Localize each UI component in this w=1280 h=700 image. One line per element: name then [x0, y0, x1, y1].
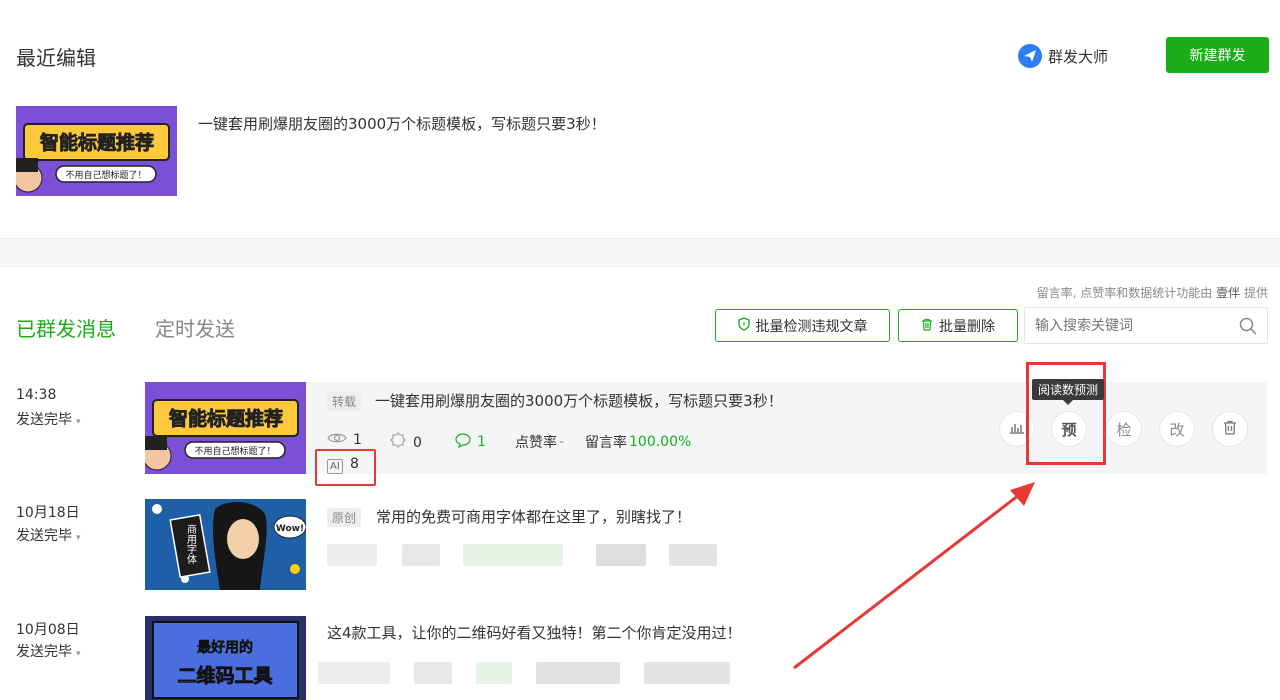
annotation-arrow [793, 482, 1035, 670]
draft-thumb-text: 智能标题推荐 [40, 131, 154, 154]
svg-text:不用自己想标题了！: 不用自己想标题了！ [194, 445, 275, 457]
check-button[interactable]: 检 [1106, 411, 1142, 447]
svg-text:智能标题推荐: 智能标题推荐 [169, 407, 283, 430]
blurred-stat [476, 662, 512, 684]
comment-rate-stat: 留言率 100.00% [585, 434, 692, 451]
batch-check-button[interactable]: 批量检测违规文章 [715, 309, 890, 342]
recent-edit-title: 最近编辑 [16, 46, 96, 70]
blurred-stat [536, 662, 620, 684]
delete-button[interactable] [1212, 411, 1248, 447]
shares-stat: 0 [389, 432, 422, 454]
caret-down-icon: ▾ [76, 417, 81, 427]
repost-badge: 转载 [327, 392, 362, 411]
edit-button[interactable]: 改 [1159, 411, 1195, 447]
article-thumbnail[interactable]: 最好用的 二维码工具 [145, 616, 306, 700]
tab-sent-messages[interactable]: 已群发消息 [16, 313, 116, 342]
provider-note: 留言率, 点赞率和数据统计功能由 壹伴 提供 [1036, 286, 1268, 300]
article-time: 14:38 [16, 387, 57, 403]
ai-score: 8 [350, 456, 359, 472]
blurred-stat [327, 544, 377, 566]
views-stat: 1 [327, 432, 362, 448]
provider-brand: 壹伴 [1216, 286, 1241, 300]
svg-text:二维码工具: 二维码工具 [177, 664, 272, 687]
blurred-stat [414, 662, 452, 684]
article-title[interactable]: 一键套用刷爆朋友圈的3000万个标题模板，写标题只要3秒！ [375, 390, 783, 411]
section-divider [0, 238, 1280, 267]
article-time: 10月18日 [16, 505, 80, 521]
thumb-font-text: 商用字体 [185, 523, 197, 565]
comments-stat: 1 [455, 432, 486, 452]
eye-icon [327, 432, 347, 448]
blurred-stat [402, 544, 440, 566]
blurred-stat [644, 662, 730, 684]
paper-plane-icon [1018, 44, 1042, 68]
blurred-stat [318, 662, 390, 684]
share-gear-icon [389, 432, 407, 454]
predict-tooltip: 阅读数预测 [1032, 379, 1105, 405]
mass-master-label: 群发大师 [1048, 47, 1109, 66]
caret-down-icon: ▾ [76, 533, 81, 543]
like-rate-stat: 点赞率 - [515, 434, 565, 451]
draft-thumb-sub: 不用自己想标题了！ [65, 169, 146, 181]
batch-check-label: 批量检测违规文章 [755, 317, 868, 334]
search-icon[interactable] [1239, 317, 1257, 339]
ai-annotation-box [315, 449, 376, 486]
article-time: 10月08日 [16, 622, 80, 638]
predict-annotation-frame [1026, 362, 1106, 465]
article-status[interactable]: 发送完毕 ▾ [16, 409, 81, 429]
trash-icon [921, 318, 933, 334]
bar-chart-icon [1009, 420, 1025, 438]
comment-bubble-icon [455, 432, 471, 452]
svg-text:Wow!: Wow! [276, 524, 304, 534]
article-status[interactable]: 发送完毕 ▾ [16, 525, 81, 545]
draft-thumbnail[interactable]: 智能标题推荐 不用自己想标题了！ [16, 106, 177, 196]
blurred-stat [463, 544, 563, 566]
shield-icon [737, 317, 750, 334]
article-thumbnail[interactable]: 智能标题推荐 不用自己想标题了！ [145, 382, 306, 474]
article-thumbnail[interactable]: 商用字体 Wow! [145, 499, 306, 590]
caret-down-icon: ▾ [76, 649, 81, 659]
blurred-stat [596, 544, 646, 566]
tab-scheduled-send[interactable]: 定时发送 [155, 313, 235, 342]
batch-delete-button[interactable]: 批量删除 [898, 309, 1018, 342]
draft-title[interactable]: 一键套用刷爆朋友圈的3000万个标题模板，写标题只要3秒！ [198, 113, 606, 134]
mass-master-link[interactable]: 群发大师 [1018, 43, 1108, 69]
trash-icon [1223, 420, 1237, 439]
new-mass-send-button[interactable]: 新建群发 [1166, 37, 1269, 73]
ai-tag: AI [327, 459, 343, 474]
original-badge: 原创 [327, 508, 362, 527]
search-input[interactable] [1025, 308, 1225, 343]
blurred-stat [669, 544, 717, 566]
article-status[interactable]: 发送完毕 ▾ [16, 641, 81, 661]
search-box [1024, 307, 1268, 344]
svg-text:最好用的: 最好用的 [197, 639, 253, 656]
article-title[interactable]: 这4款工具，让你的二维码好看又独特！第二个你肯定没用过！ [327, 622, 742, 643]
batch-delete-label: 批量删除 [939, 317, 995, 334]
article-title[interactable]: 常用的免费可商用字体都在这里了，别瞎找了！ [376, 506, 691, 527]
